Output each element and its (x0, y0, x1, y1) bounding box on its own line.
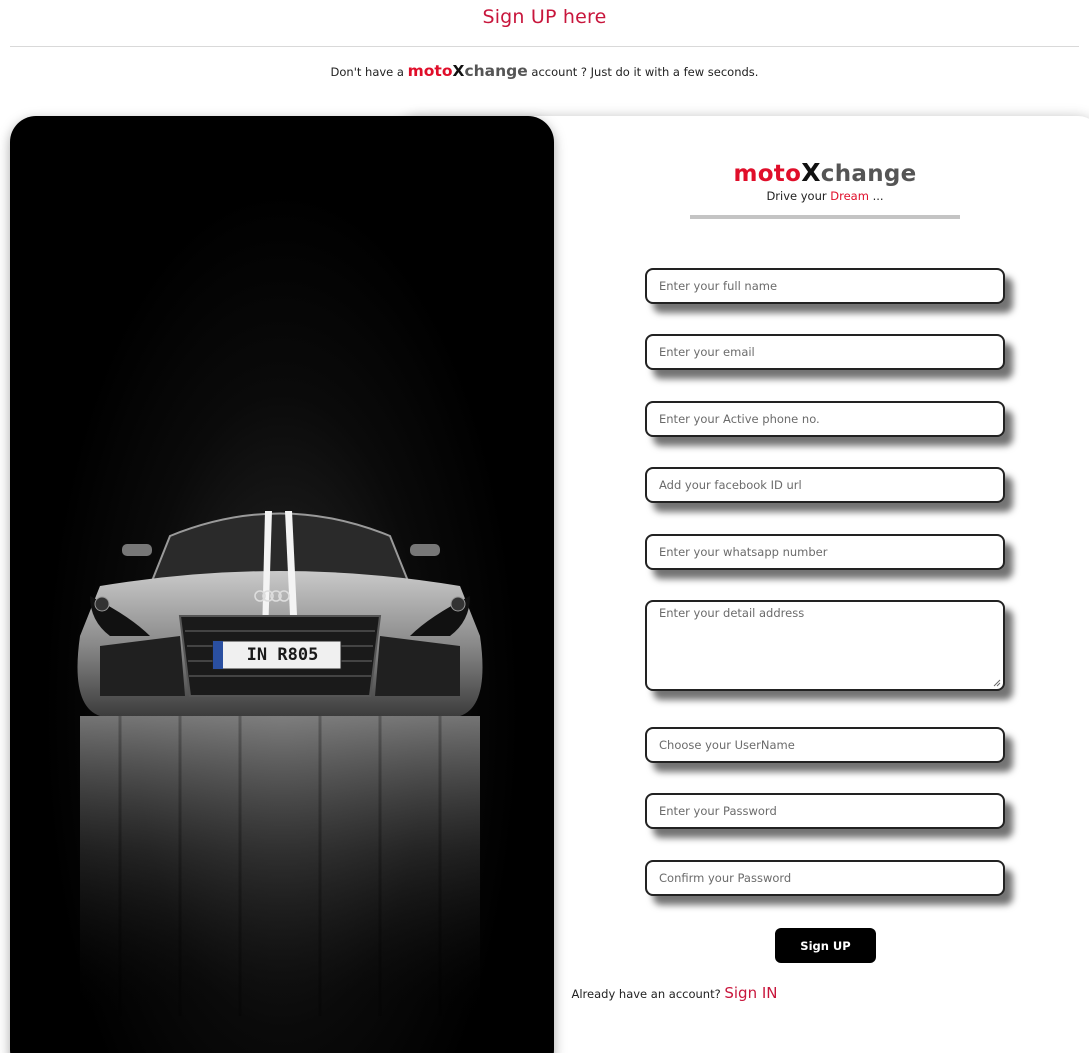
brand-moto: moto (407, 62, 453, 80)
full-name-input[interactable] (645, 268, 1005, 304)
address-textarea[interactable] (645, 600, 1005, 691)
logo-moto: moto (733, 161, 802, 187)
signup-tagline: Don't have a motoXchange account ? Just … (0, 62, 1089, 80)
whatsapp-input[interactable] (645, 534, 1005, 570)
car-photo-icon (77, 511, 483, 1016)
slogan-prefix: Drive your (766, 189, 827, 203)
brand-slogan: Drive your Dream ... (690, 189, 960, 203)
tagline-suffix: account ? Just do it with a few seconds. (531, 65, 759, 79)
hero-car-image: IN R805 (10, 116, 554, 1053)
facebook-url-input[interactable] (645, 467, 1005, 503)
tagline-brand: motoXchange (408, 62, 528, 80)
logo-divider (690, 215, 960, 219)
logo-wordmark: motoXchange (690, 158, 960, 187)
logo-x: X (801, 158, 821, 187)
page-heading: Sign UP here (482, 6, 607, 28)
license-plate-text: IN R805 (246, 645, 319, 665)
tagline-prefix: Don't have a (330, 65, 404, 79)
brand-x: X (452, 62, 465, 80)
brand-logo: motoXchange Drive your Dream ... (690, 158, 960, 203)
signin-prompt-row: Already have an account? Sign IN (0, 984, 1089, 1002)
logo-change: change (820, 161, 917, 187)
signin-link[interactable]: Sign IN (724, 984, 777, 1002)
confirm-password-input[interactable] (645, 860, 1005, 896)
slogan-highlight: Dream (830, 189, 869, 203)
username-input[interactable] (645, 727, 1005, 763)
signin-prompt: Already have an account? (571, 987, 721, 1001)
signup-button[interactable]: Sign UP (775, 928, 876, 963)
brand-change: change (464, 62, 528, 80)
phone-input[interactable] (645, 401, 1005, 437)
slogan-suffix: ... (872, 189, 884, 203)
heading-divider (10, 46, 1079, 47)
resize-grip-icon[interactable] (993, 679, 1001, 687)
email-input[interactable] (645, 334, 1005, 370)
password-input[interactable] (645, 793, 1005, 829)
